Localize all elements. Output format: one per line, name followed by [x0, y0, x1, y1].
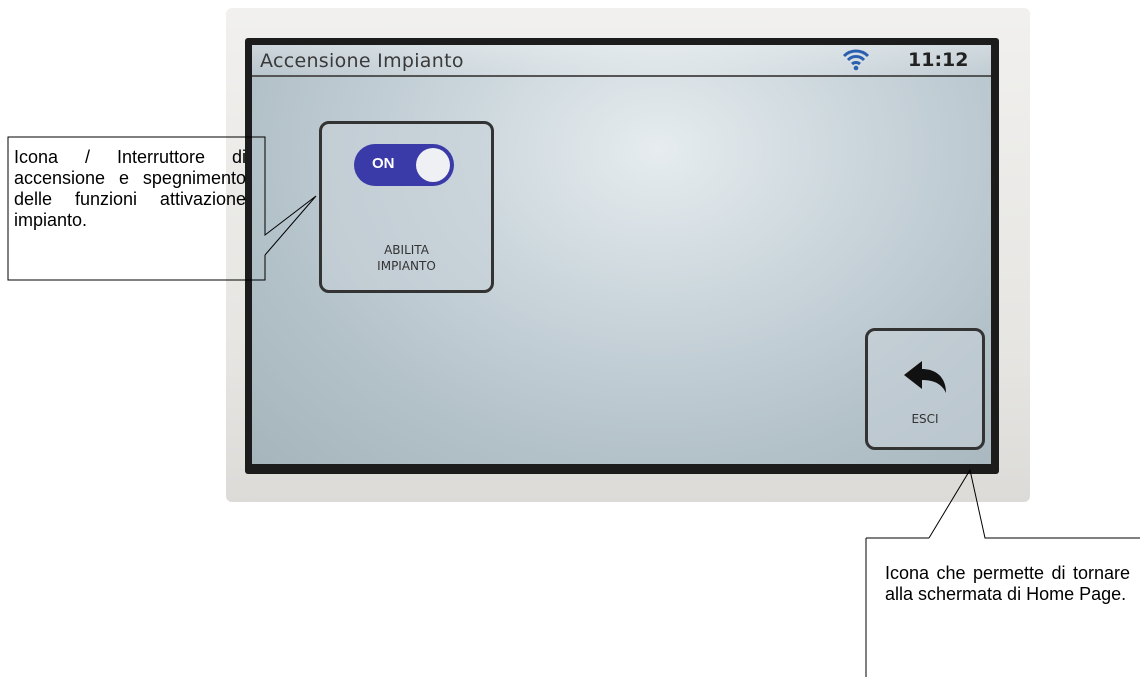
callout-right-text: Icona che permette di tornare alla scher…	[885, 563, 1130, 604]
right-callout-pointer	[928, 468, 1140, 539]
callout-left-text: Icona / Interruttore di accensione e spe…	[14, 147, 246, 230]
